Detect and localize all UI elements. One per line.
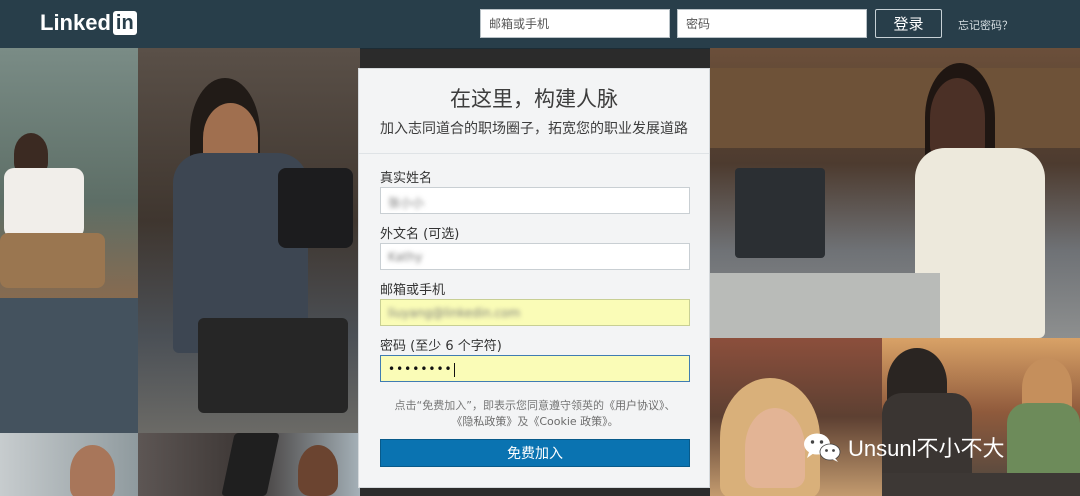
terms-end: 。	[607, 415, 619, 428]
privacy-policy-link[interactable]: 《隐私政策》	[451, 415, 517, 428]
terms-sep: 、	[664, 399, 676, 412]
password-field[interactable]: ••••••••	[380, 355, 690, 382]
terms-prefix: 点击“免费加入”，即表示您同意遵守领英的	[394, 399, 604, 412]
top-nav-bar: Linkedin 登录 忘记密码？	[0, 0, 1080, 49]
foreign-name-value: Kathy	[388, 250, 423, 264]
linkedin-logo[interactable]: Linked in	[40, 9, 137, 37]
email-label: 邮箱或手机	[380, 283, 446, 298]
password-value: ••••••••	[388, 362, 453, 376]
join-free-button[interactable]: 免费加入	[380, 439, 690, 467]
background-photo-woman-blonde	[710, 338, 882, 496]
forgot-password-link[interactable]: 忘记密码？	[958, 17, 1013, 33]
background-photo-skateboard	[138, 433, 360, 496]
signup-card: 在这里，构建人脉 加入志同道合的职场圈子，拓宽您的职业发展道路 真实姓名 张小小…	[358, 68, 710, 488]
text-cursor	[453, 362, 455, 377]
terms-notice: 点击“免费加入”，即表示您同意遵守领英的《用户协议》、 《隐私政策》及《Cook…	[375, 398, 695, 430]
email-field[interactable]: liuyang@linkedin.com	[380, 299, 690, 326]
foreign-name-field[interactable]: Kathy	[380, 243, 690, 270]
logo-text: Linked	[40, 10, 111, 35]
user-agreement-link[interactable]: 《用户协议》	[604, 399, 665, 412]
real-name-label: 真实姓名	[380, 171, 433, 186]
password-label: 密码 (至少 6 个字符)	[380, 339, 502, 354]
watermark-text: Unsunl不小不大	[848, 436, 1005, 461]
wechat-watermark: Unsunl不小不大	[802, 427, 1004, 467]
background-photo-city-man	[0, 433, 138, 496]
cookie-policy-link[interactable]: 《Cookie 政策》	[528, 415, 607, 428]
real-name-field[interactable]: 张小小	[380, 187, 690, 214]
background-photo-man-robot	[138, 48, 360, 433]
background-photo-strip	[882, 473, 1080, 496]
header-email-input[interactable]	[480, 9, 670, 38]
email-value: liuyang@linkedin.com	[388, 306, 521, 320]
terms-and: 及	[517, 415, 529, 428]
login-button[interactable]: 登录	[875, 9, 942, 38]
wechat-icon	[804, 433, 841, 462]
background-photo-woman-laptop	[710, 48, 1080, 338]
signup-title: 在这里，构建人脉	[450, 87, 618, 111]
foreign-name-label: 外文名 (可选)	[380, 227, 460, 242]
signup-subtitle: 加入志同道合的职场圈子，拓宽您的职业发展道路	[380, 121, 688, 137]
logo-badge: in	[112, 11, 137, 35]
background-photo-woman-porch	[0, 48, 138, 433]
signup-card-header: 在这里，构建人脉 加入志同道合的职场圈子，拓宽您的职业发展道路	[359, 69, 709, 154]
real-name-value: 张小小	[388, 196, 425, 210]
header-password-input[interactable]	[677, 9, 867, 38]
